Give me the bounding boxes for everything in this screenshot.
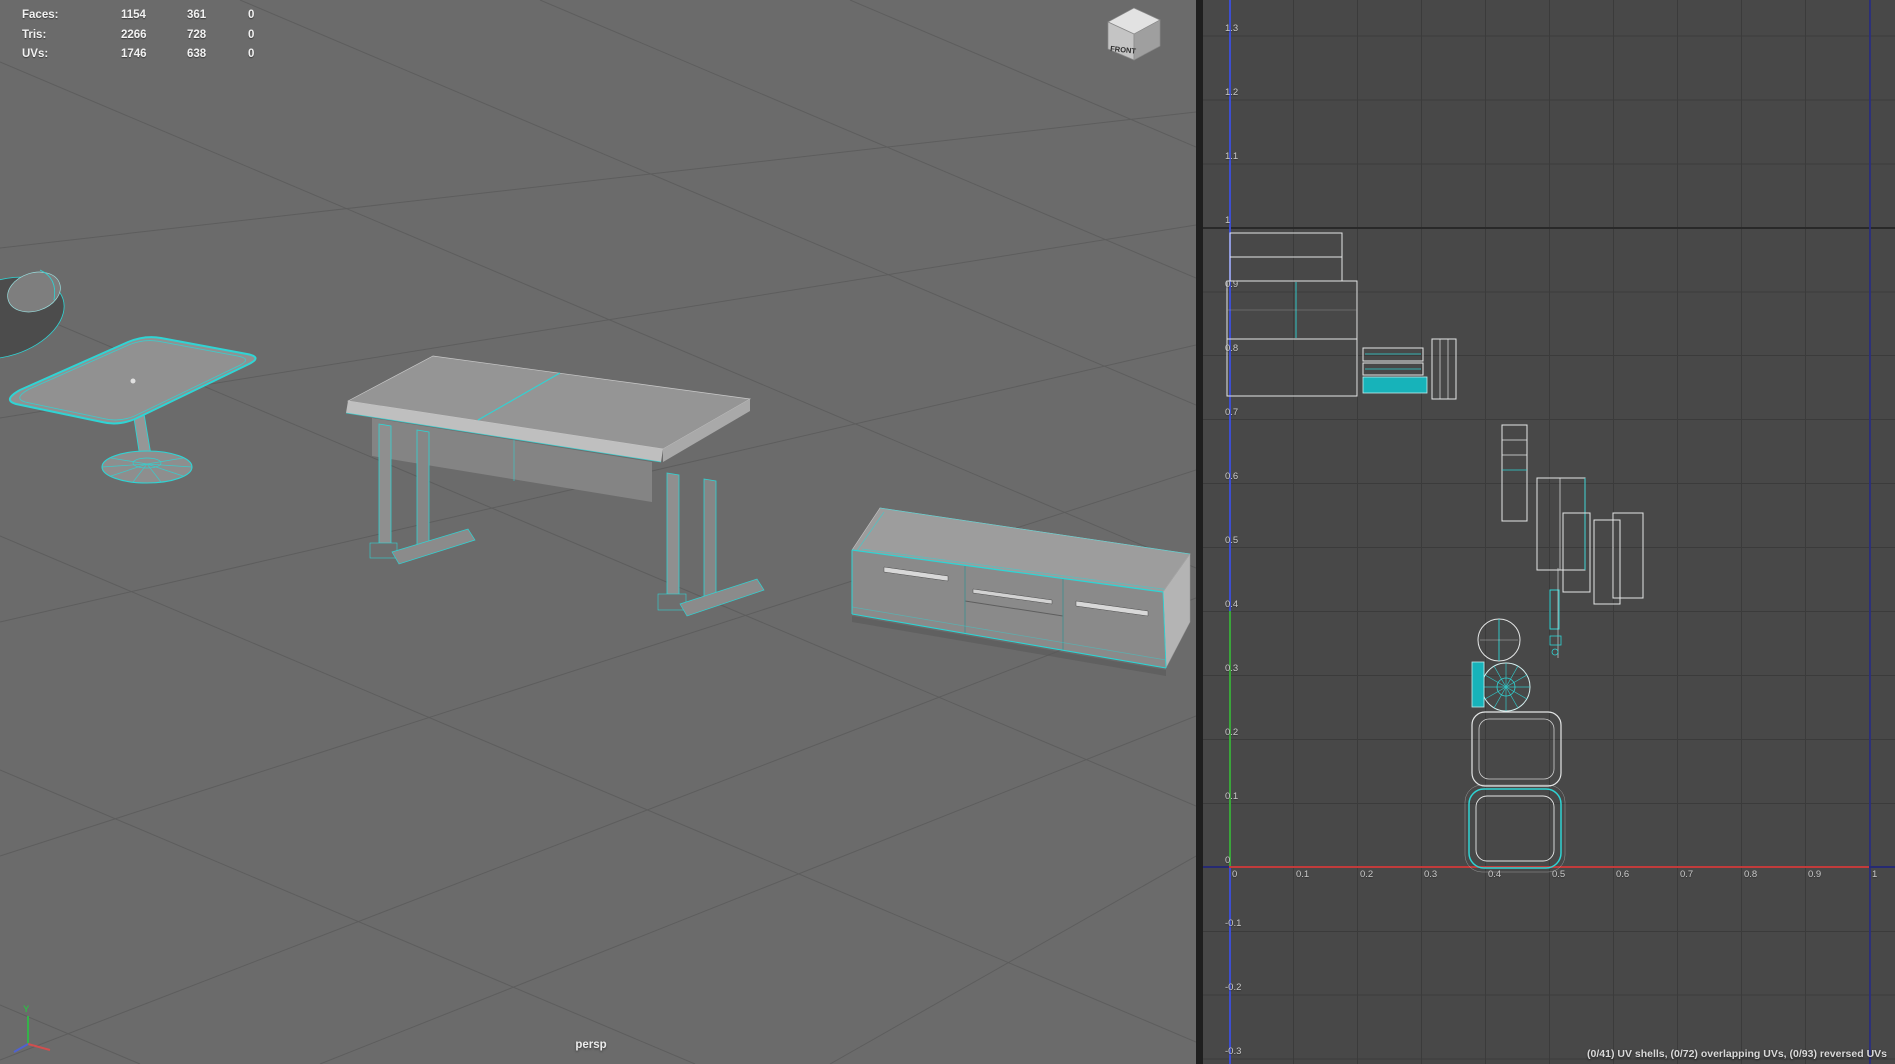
hud-value-selected: 728 [187, 29, 206, 41]
hud-value-extra: 0 [248, 48, 254, 60]
view-cube-front-label: FRONT [1110, 44, 1137, 56]
uv-x-tick: 0.3 [1424, 869, 1437, 880]
uv-y-tick: 0.3 [1225, 663, 1238, 674]
uv-x-tick: 0.5 [1552, 869, 1565, 880]
uv-x-tick: 0.2 [1360, 869, 1373, 880]
uv-y-tick: 1.2 [1225, 87, 1238, 98]
uv-y-tick: -0.2 [1225, 982, 1241, 993]
uv-y-tick: 0.5 [1225, 535, 1238, 546]
hud-row-uvs: UVs: 1746 638 0 [22, 48, 292, 68]
axis-y-label: Y [23, 1004, 30, 1015]
axis-z-line [14, 1044, 28, 1052]
uv-y-tick: 0.1 [1225, 791, 1238, 802]
viewport-divider[interactable] [1196, 0, 1203, 1064]
uv-y-tick: 0.8 [1225, 343, 1238, 354]
uv-x-tick: 1 [1872, 869, 1877, 880]
tv-cabinet-model[interactable] [852, 508, 1190, 676]
hud-value-extra: 0 [248, 29, 254, 41]
uv-shells-canvas[interactable] [1203, 0, 1895, 1064]
uv-y-tick: 1.1 [1225, 151, 1238, 162]
uv-y-tick: 0 [1225, 855, 1230, 866]
view-cube[interactable]: FRONT [1100, 2, 1166, 66]
perspective-viewport[interactable]: Faces: 1154 361 0 Tris: 2266 728 0 UVs: … [0, 0, 1196, 1064]
uv-x-tick: 0.1 [1296, 869, 1309, 880]
uv-editor[interactable]: 1.3 1.2 1.1 1 0.9 0.8 0.7 0.6 0.5 0.4 0.3 0.2 0.1 0 -0… [1203, 0, 1895, 1064]
uv-y-tick: -0.1 [1225, 918, 1241, 929]
uv-x-tick: 0.7 [1680, 869, 1693, 880]
uv-y-tick: 0.7 [1225, 407, 1238, 418]
uv-y-tick: 1.3 [1225, 23, 1238, 34]
hud-label: UVs: [22, 48, 48, 60]
uv-x-tick: 0.8 [1744, 869, 1757, 880]
uv-x-tick: 0.4 [1488, 869, 1501, 880]
uv-status-bar: (0/41) UV shells, (0/72) overlapping UVs… [1587, 1048, 1887, 1060]
hud-label: Tris: [22, 29, 46, 41]
desk-model[interactable] [346, 356, 764, 616]
uv-x-tick: 0.9 [1808, 869, 1821, 880]
uv-shell-group-middle[interactable] [1502, 425, 1643, 658]
chair-partial-model[interactable] [0, 263, 75, 374]
uv-y-tick: 0.2 [1225, 727, 1238, 738]
pedestal-table-model[interactable] [10, 337, 256, 483]
hud-row-tris: Tris: 2266 728 0 [22, 29, 292, 49]
uv-y-tick: 0.4 [1225, 599, 1238, 610]
uv-shell-circles[interactable] [1472, 619, 1530, 711]
uv-y-tick: 0.6 [1225, 471, 1238, 482]
hud-value-selected: 361 [187, 9, 206, 21]
hud-value-selected: 638 [187, 48, 206, 60]
uv-y-tick: -0.3 [1225, 1046, 1241, 1057]
uv-shell-group-top-left[interactable] [1227, 233, 1456, 399]
viewport-scene-canvas[interactable] [0, 0, 1196, 1064]
poly-count-hud: Faces: 1154 361 0 Tris: 2266 728 0 UVs: … [22, 9, 292, 68]
uv-x-tick: 0 [1232, 869, 1237, 880]
axis-gizmo: Y [10, 1000, 80, 1060]
camera-name-label: persp [536, 1039, 646, 1051]
hud-value-extra: 0 [248, 9, 254, 21]
uv-shell-rounded-squares[interactable] [1465, 712, 1565, 872]
hud-value-total: 1154 [121, 9, 146, 21]
hud-label: Faces: [22, 9, 58, 21]
uv-y-tick: 1 [1225, 215, 1230, 226]
uv-y-tick: 0.9 [1225, 279, 1238, 290]
hud-value-total: 2266 [121, 29, 147, 41]
hud-row-faces: Faces: 1154 361 0 [22, 9, 292, 29]
hud-value-total: 1746 [121, 48, 147, 60]
axis-x-line [28, 1044, 50, 1050]
uv-x-tick: 0.6 [1616, 869, 1629, 880]
